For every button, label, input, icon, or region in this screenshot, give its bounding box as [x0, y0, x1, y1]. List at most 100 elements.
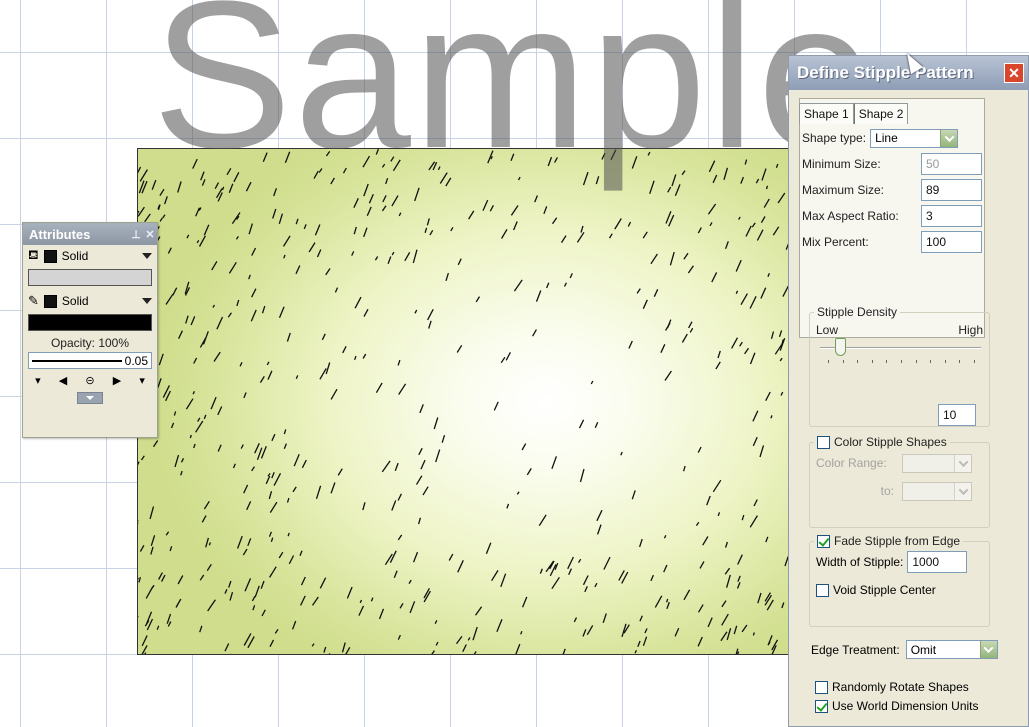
stipple-stroke: [269, 639, 275, 647]
maximum-size-input[interactable]: 89: [921, 179, 982, 201]
stipple-stroke: [539, 568, 543, 574]
stipple-canvas[interactable]: [137, 148, 797, 655]
stroke-row[interactable]: ✎ Solid: [23, 290, 157, 312]
close-button[interactable]: ✕: [1004, 63, 1024, 83]
fill-row[interactable]: ⛾ Solid: [23, 245, 157, 267]
stipple-stroke: [363, 308, 369, 317]
stroke-width-field[interactable]: 0.05: [28, 352, 152, 369]
stipple-stroke: [534, 195, 539, 203]
density-value-input[interactable]: 10: [938, 404, 976, 426]
arrow-right-icon[interactable]: ▶: [113, 374, 121, 387]
stipple-stroke: [139, 544, 145, 552]
stipple-stroke: [663, 535, 667, 539]
stipple-stroke: [316, 249, 322, 258]
chevron-down-icon[interactable]: [142, 253, 152, 259]
stipple-stroke: [246, 501, 252, 511]
stipple-stroke: [631, 156, 638, 169]
stipple-stroke: [647, 151, 651, 156]
shape-type-select[interactable]: Line: [870, 128, 959, 148]
expand-button[interactable]: [77, 392, 103, 404]
close-icon[interactable]: ✕: [143, 228, 157, 241]
stipple-stroke: [227, 312, 232, 318]
stipple-stroke: [610, 149, 617, 161]
stipple-stroke: [404, 251, 411, 262]
chevron-down-icon[interactable]: ▾: [139, 374, 145, 387]
stipple-stroke: [370, 597, 374, 602]
stipple-stroke: [755, 178, 760, 184]
tab-shape-2[interactable]: Shape 2: [853, 103, 909, 124]
chevron-down-icon[interactable]: [954, 482, 971, 500]
chevron-down-icon[interactable]: [954, 454, 971, 472]
stipple-stroke: [770, 415, 773, 419]
chevron-down-icon[interactable]: [979, 641, 997, 658]
stipple-stroke: [359, 599, 363, 604]
stipple-stroke: [170, 422, 175, 429]
color-to-select[interactable]: [902, 481, 972, 501]
stipple-stroke: [415, 475, 423, 485]
max-aspect-ratio-input[interactable]: 3: [921, 205, 982, 227]
stipple-stroke: [180, 458, 185, 463]
stroke-color-bar[interactable]: [28, 314, 152, 331]
stipple-stroke: [468, 210, 475, 220]
stipple-stroke: [172, 287, 178, 296]
stipple-stroke: [582, 575, 589, 586]
opacity-label[interactable]: Opacity: 100%: [23, 336, 157, 350]
maximum-size-label: Maximum Size:: [802, 183, 885, 197]
fill-color-bar[interactable]: [28, 269, 152, 286]
stipple-stroke: [688, 321, 693, 329]
stipple-stroke: [228, 261, 237, 274]
stipple-stroke: [265, 475, 271, 485]
attributes-titlebar[interactable]: Attributes ⊥ ✕: [23, 223, 157, 245]
stipple-stroke: [195, 420, 204, 433]
color-stipple-checkbox[interactable]: [817, 435, 830, 449]
arrow-left-icon[interactable]: ◀: [59, 374, 67, 387]
stipple-stroke: [140, 455, 145, 461]
stipple-stroke: [278, 551, 284, 559]
void-center-row: Void Stipple Center: [810, 576, 989, 604]
stipple-stroke: [232, 463, 236, 469]
link-icon[interactable]: ⊝: [85, 374, 94, 387]
stipple-stroke: [226, 167, 232, 176]
pin-icon[interactable]: ⊥: [129, 228, 143, 241]
stipple-stroke: [760, 287, 767, 299]
tab-shape-1[interactable]: Shape 1: [799, 103, 854, 124]
stipple-stroke: [210, 396, 217, 410]
density-slider[interactable]: [820, 338, 981, 356]
stipple-stroke: [346, 586, 353, 599]
mix-percent-row: Mix Percent: 100: [799, 229, 985, 255]
chevron-down-icon[interactable]: ▾: [35, 374, 41, 387]
stipple-stroke: [397, 634, 401, 640]
color-range-select[interactable]: [902, 453, 972, 473]
stipple-stroke: [151, 584, 155, 589]
stipple-stroke: [245, 181, 252, 192]
fill-swatch[interactable]: [43, 249, 57, 263]
void-center-checkbox[interactable]: [816, 583, 829, 597]
edge-treatment-select[interactable]: Omit: [905, 640, 998, 659]
fade-stipple-legend: Fade Stipple from Edge: [814, 534, 963, 548]
fade-stipple-checkbox[interactable]: [817, 534, 830, 548]
world-units-checkbox[interactable]: [815, 699, 828, 713]
stipple-stroke: [445, 177, 452, 187]
stipple-stroke: [199, 625, 203, 633]
width-of-stipple-input[interactable]: 1000: [907, 551, 968, 573]
stipple-stroke: [165, 531, 170, 536]
chevron-down-icon[interactable]: [142, 298, 152, 304]
mix-percent-label: Mix Percent:: [802, 235, 869, 249]
stipple-stroke: [577, 558, 582, 563]
mix-percent-input[interactable]: 100: [921, 231, 982, 253]
stipple-stroke: [590, 380, 594, 385]
stipple-stroke: [721, 613, 729, 626]
stipple-stroke: [408, 579, 412, 584]
minimum-size-input[interactable]: 50: [921, 153, 982, 175]
stipple-stroke: [186, 234, 190, 239]
chevron-down-icon[interactable]: [940, 129, 958, 147]
stipple-stroke: [568, 568, 572, 576]
stipple-stroke: [295, 265, 301, 275]
stroke-swatch[interactable]: [43, 294, 57, 308]
density-slider-thumb[interactable]: [835, 338, 846, 356]
stipple-stroke: [674, 184, 681, 196]
stipple-stroke: [262, 152, 268, 162]
stipple-stroke: [737, 554, 743, 565]
stipple-stroke: [251, 466, 256, 472]
stipple-stroke: [270, 537, 274, 542]
